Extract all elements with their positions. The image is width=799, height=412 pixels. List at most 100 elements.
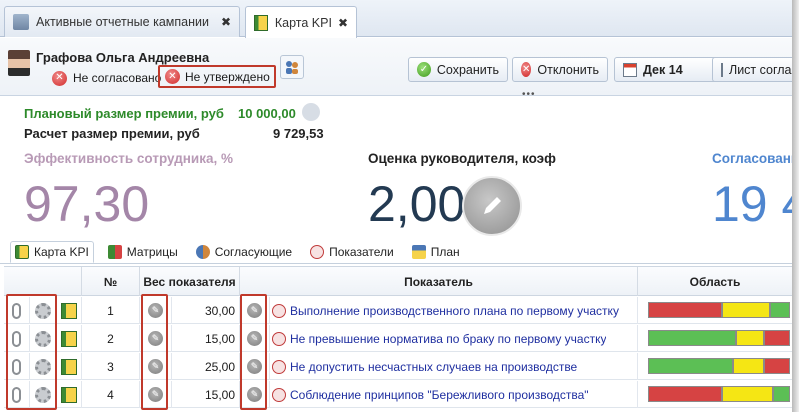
card-cell[interactable] xyxy=(56,353,82,380)
indicator-edit-cell[interactable]: ✎ xyxy=(240,381,270,408)
indicator-name[interactable]: Выполнение производственного плана по пе… xyxy=(290,304,619,318)
indicator-name[interactable]: Не превышение норматива по браку по перв… xyxy=(290,332,606,346)
weight-edit-cell[interactable]: ✎ xyxy=(140,381,172,408)
indicator-cell[interactable]: Не допустить несчастных случаев на произ… xyxy=(270,353,638,380)
gear-icon[interactable] xyxy=(34,330,51,347)
row-number: 3 xyxy=(82,353,140,380)
weight-edit-cell[interactable]: ✎ xyxy=(140,297,172,324)
attachment-cell[interactable] xyxy=(4,353,30,380)
tab-kpi-card-section[interactable]: Карта KPI xyxy=(10,240,94,263)
tab-approvers[interactable]: Согласующие xyxy=(192,241,296,263)
tab-plan[interactable]: План xyxy=(408,241,464,263)
table-row[interactable]: 4 ✎ 15,00 ✎ Соблюдение принципов "Бережливог… xyxy=(4,381,792,408)
pencil-icon[interactable]: ✎ xyxy=(148,359,163,374)
settings-cell[interactable] xyxy=(30,325,56,352)
card-cell[interactable] xyxy=(56,381,82,408)
col-indicator[interactable]: Показатель xyxy=(240,267,638,296)
tab-label: Карта KPI xyxy=(34,244,89,259)
status-not-agreed: ✕ Не согласовано xyxy=(52,69,161,87)
gear-icon[interactable] xyxy=(34,302,51,319)
weight-edit-cell[interactable]: ✎ xyxy=(140,325,172,352)
pencil-icon[interactable]: ✎ xyxy=(148,387,163,402)
paperclip-icon[interactable] xyxy=(12,386,21,403)
pencil-icon[interactable]: ✎ xyxy=(148,303,163,318)
area-cell xyxy=(638,325,792,352)
approval-sheet-button[interactable]: Лист согласования xyxy=(712,57,796,82)
plan-icon xyxy=(411,244,426,259)
kpi-card-icon[interactable] xyxy=(60,358,77,375)
kpi-card-icon[interactable] xyxy=(60,302,77,319)
col-weight[interactable]: Вес показателя xyxy=(140,267,240,296)
settings-cell[interactable] xyxy=(30,297,56,324)
reject-button[interactable]: ✕ Отклонить xyxy=(512,57,608,82)
tab-matrices[interactable]: Матрицы xyxy=(104,241,182,263)
paperclip-icon[interactable] xyxy=(12,302,21,319)
gear-icon[interactable] xyxy=(34,386,51,403)
approvers-button[interactable] xyxy=(280,55,304,79)
card-cell[interactable] xyxy=(56,297,82,324)
close-icon[interactable]: ✖ xyxy=(338,16,348,30)
col-number[interactable]: № xyxy=(82,267,140,296)
grid-header: № Вес показателя Показатель Область xyxy=(4,267,792,296)
status-not-approved: ✕ Не утверждено xyxy=(158,65,276,88)
weight-value: 30,00 xyxy=(172,297,240,324)
indicator-name[interactable]: Соблюдение принципов "Бережливого произв… xyxy=(290,388,589,402)
paperclip-icon[interactable] xyxy=(12,330,21,347)
edit-manager-score-button[interactable] xyxy=(462,176,522,236)
area-cell xyxy=(638,353,792,380)
splitter-grip[interactable]: ••• xyxy=(522,89,536,100)
table-row[interactable]: 3 ✎ 25,00 ✎ Не допустить несчастных случаев … xyxy=(4,353,792,380)
pencil-icon[interactable]: ✎ xyxy=(247,303,262,318)
period-label: Дек 14 xyxy=(643,62,683,77)
indicator-edit-cell[interactable]: ✎ xyxy=(240,297,270,324)
save-button[interactable]: ✓ Сохранить xyxy=(408,57,508,82)
weight-value: 25,00 xyxy=(172,353,240,380)
tab-label: Карта KPI xyxy=(274,15,332,30)
area-segment xyxy=(770,302,790,318)
indicator-cell[interactable]: Соблюдение принципов "Бережливого произв… xyxy=(270,381,638,408)
attachment-cell[interactable] xyxy=(4,297,30,324)
indicator-cell[interactable]: Выполнение производственного плана по пе… xyxy=(270,297,638,324)
pencil-icon xyxy=(484,197,501,214)
tab-kpi-card[interactable]: Карта KPI ✖ xyxy=(245,6,357,38)
table-row[interactable]: 1 ✎ 30,00 ✎ Выполнение производственного пла… xyxy=(4,297,792,324)
gear-icon[interactable] xyxy=(34,358,51,375)
status-not-agreed-label: Не согласовано xyxy=(73,71,162,85)
reject-label: Отклонить xyxy=(537,62,599,77)
attachment-cell[interactable] xyxy=(4,381,30,408)
card-cell[interactable] xyxy=(56,325,82,352)
indicator-edit-cell[interactable]: ✎ xyxy=(240,325,270,352)
pencil-icon[interactable]: ✎ xyxy=(148,331,163,346)
kpi-card-icon[interactable] xyxy=(60,330,77,347)
paperclip-icon[interactable] xyxy=(12,358,21,375)
employee-name: Графова Ольга Андреевна xyxy=(36,50,210,65)
indicator-cell[interactable]: Не превышение норматива по браку по перв… xyxy=(270,325,638,352)
tab-indicators[interactable]: Показатели xyxy=(306,241,398,263)
manager-score-value: 2,00 xyxy=(368,176,466,232)
weight-value: 15,00 xyxy=(172,325,240,352)
attachment-cell[interactable] xyxy=(4,325,30,352)
col-area[interactable]: Область xyxy=(638,267,792,296)
indicators-icon xyxy=(310,244,325,259)
tab-label: План xyxy=(430,244,460,259)
users-icon xyxy=(286,61,298,74)
kpi-card-icon[interactable] xyxy=(60,386,77,403)
area-segment xyxy=(764,358,790,374)
pencil-icon[interactable]: ✎ xyxy=(247,387,262,402)
area-segment xyxy=(733,358,764,374)
table-row[interactable]: 2 ✎ 15,00 ✎ Не превышение норматива по браку… xyxy=(4,325,792,352)
indicator-edit-cell[interactable]: ✎ xyxy=(240,353,270,380)
settings-cell[interactable] xyxy=(30,381,56,408)
pencil-icon[interactable]: ✎ xyxy=(247,359,262,374)
indicator-name[interactable]: Не допустить несчастных случаев на произ… xyxy=(290,360,577,374)
weight-edit-cell[interactable]: ✎ xyxy=(140,353,172,380)
planned-bonus-label: Плановый размер премии, руб xyxy=(24,106,224,121)
weight-value: 15,00 xyxy=(172,381,240,408)
pencil-icon[interactable]: ✎ xyxy=(247,331,262,346)
close-icon[interactable]: ✖ xyxy=(221,15,231,29)
tab-label: Согласующие xyxy=(214,244,293,259)
efficiency-value: 97,30 xyxy=(24,176,150,232)
status-not-approved-label: Не утверждено xyxy=(185,69,270,84)
settings-cell[interactable] xyxy=(30,353,56,380)
tab-active-campaigns[interactable]: Активные отчетные кампании ✖ xyxy=(4,6,240,37)
